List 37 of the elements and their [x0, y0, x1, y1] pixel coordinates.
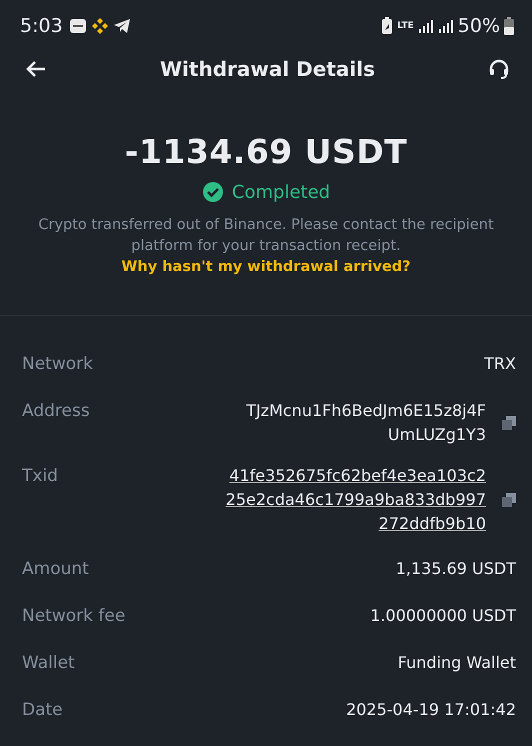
- txid-link[interactable]: 41fe352675fc62bef4e3ea103c2: [229, 464, 486, 488]
- app-icon: [68, 17, 87, 35]
- amount-text: -1134.69 USDT: [124, 132, 408, 171]
- back-arrow-icon[interactable]: [25, 60, 47, 78]
- copy-icon[interactable]: [502, 493, 516, 507]
- field-value: TRX: [484, 353, 516, 375]
- copy-icon[interactable]: [502, 416, 516, 430]
- headset-icon[interactable]: [488, 58, 510, 80]
- field-label: Date: [22, 699, 63, 722]
- battery-icon: [504, 17, 514, 35]
- battery-saver-icon: [381, 17, 394, 35]
- signal-icon: [438, 18, 454, 34]
- field-value: TJzMcnu1Fh6BedJm6E15z8j4F: [246, 400, 486, 422]
- network-type: LTE: [397, 21, 414, 31]
- txid-link[interactable]: 272ddfb9b10: [378, 512, 486, 536]
- clock-time: 5:03: [20, 15, 63, 37]
- diamond-icon: [90, 17, 109, 35]
- txid-link[interactable]: 25e2cda46c1799a9ba833db997: [226, 488, 486, 512]
- field-value: 1,135.69 USDT: [396, 558, 516, 580]
- field-label: Amount: [22, 558, 89, 581]
- signal-icon: [418, 18, 434, 34]
- field-value: 1.00000000 USDT: [370, 605, 516, 627]
- field-value: 2025-04-19 17:01:42: [346, 699, 516, 721]
- field-label: Network: [22, 353, 93, 376]
- field-label: Address: [22, 400, 90, 423]
- field-label: Wallet: [22, 652, 75, 675]
- status-text: Completed: [232, 182, 330, 202]
- check-circle-icon: [202, 181, 224, 203]
- info-text: Crypto transferred out of Binance. Please contact the recipient platform for your transaction receipt.: [37, 216, 495, 256]
- field-label: Txid: [22, 465, 58, 488]
- page-title: Withdrawal Details: [160, 57, 376, 81]
- help-link[interactable]: Why hasn't my withdrawal arrived?: [121, 259, 411, 275]
- field-value: Funding Wallet: [398, 652, 516, 674]
- battery-level: 50%: [458, 15, 500, 37]
- paper-plane-icon: [112, 17, 131, 35]
- field-value: UmLUZg1Y3: [388, 424, 486, 446]
- field-label: Network fee: [22, 605, 126, 628]
